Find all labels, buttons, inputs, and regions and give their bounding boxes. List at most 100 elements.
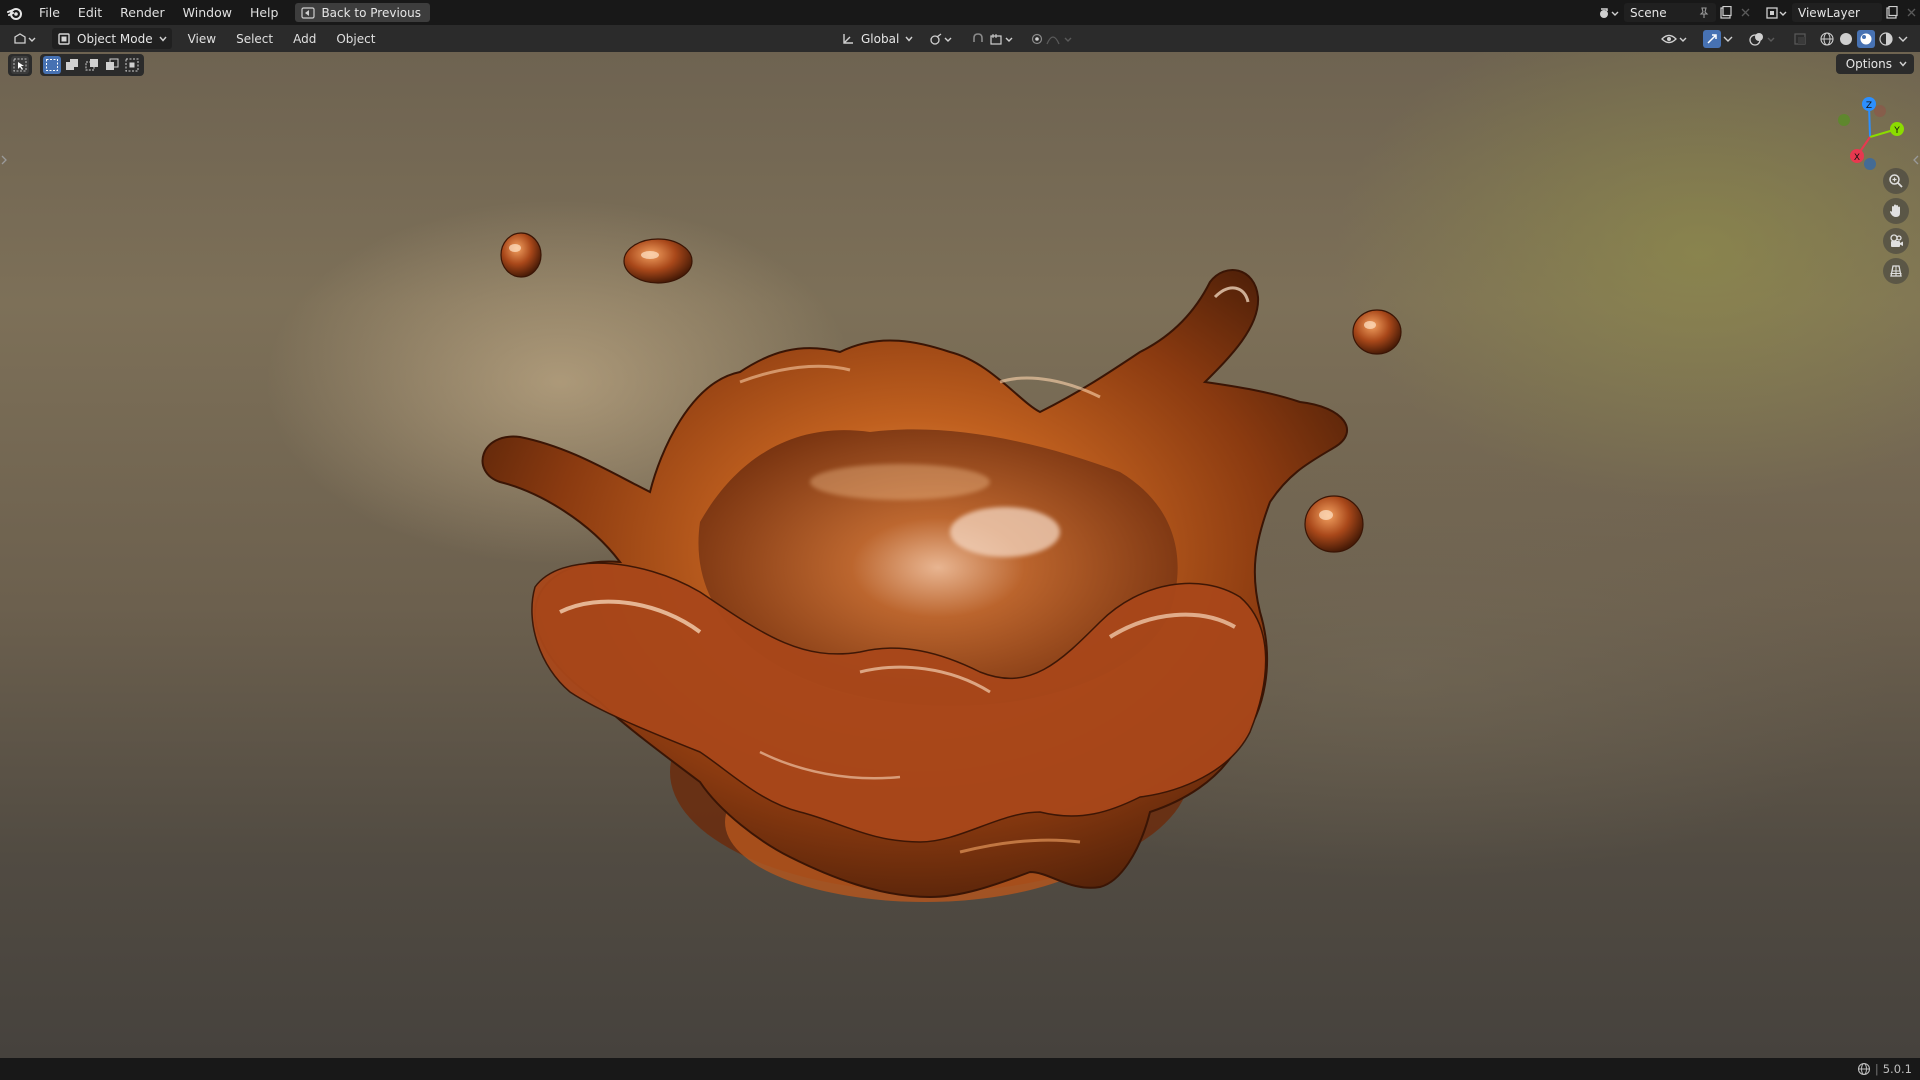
selection-toolbar: [8, 54, 144, 76]
zoom-icon: [1889, 174, 1903, 188]
solid-icon[interactable]: [1838, 31, 1854, 47]
overlay-toggle[interactable]: [1744, 28, 1784, 49]
shading-mode-group: [1816, 28, 1912, 49]
snap-dropdown[interactable]: [966, 28, 1020, 49]
menu-help[interactable]: Help: [241, 0, 288, 25]
status-bar: | 5.0.1: [0, 1058, 1920, 1080]
transform-controls: Global: [836, 28, 1080, 49]
scene-selector-icon[interactable]: [1594, 3, 1624, 22]
shading-controls: [1656, 28, 1912, 49]
grid-icon: [1890, 265, 1902, 277]
view-menu[interactable]: View: [178, 32, 226, 46]
visibility-dropdown[interactable]: [1656, 28, 1694, 49]
viewlayer-selector-icon[interactable]: [1762, 3, 1792, 22]
snap-icon: [973, 32, 1013, 45]
new-icon[interactable]: [1716, 3, 1736, 22]
viewlayer-name: ViewLayer: [1798, 5, 1860, 20]
options-label: Options: [1845, 57, 1892, 71]
chevron-down-icon[interactable]: [1897, 32, 1909, 46]
proportional-edit-dropdown[interactable]: [1026, 28, 1080, 49]
pivot-dropdown[interactable]: [924, 28, 960, 49]
back-icon: [301, 6, 316, 19]
select-invert-button[interactable]: [103, 56, 121, 74]
gizmo-z-label: Z: [1866, 101, 1872, 111]
chevron-down-icon: [1723, 36, 1733, 42]
select-menu[interactable]: Select: [226, 32, 283, 46]
xray-toggle[interactable]: [1788, 28, 1812, 49]
chevron-down-icon: [905, 36, 913, 42]
select-extend-icon: [66, 59, 78, 70]
version-number: 5.0.1: [1882, 1062, 1912, 1076]
visibility-icon: [1661, 34, 1687, 43]
close-icon[interactable]: [1736, 3, 1754, 22]
object-mode-icon: [58, 32, 70, 45]
tool-select-group: [8, 54, 32, 76]
rendered-icon[interactable]: [1878, 31, 1894, 47]
blender-logo-icon[interactable]: [0, 0, 30, 25]
select-intersect-icon: [125, 58, 139, 72]
pivot-icon: [930, 32, 952, 45]
select-tool-button[interactable]: [11, 56, 29, 74]
back-to-previous-button[interactable]: Back to Previous: [295, 3, 430, 22]
camera-view-button[interactable]: [1883, 228, 1909, 254]
scene-name-field[interactable]: Scene: [1624, 3, 1716, 22]
selection-mode-group: [40, 54, 144, 76]
add-menu[interactable]: Add: [283, 32, 326, 46]
select-intersect-button[interactable]: [123, 56, 141, 74]
liquid-splash-object[interactable]: [0, 52, 1920, 1058]
top-right-selectors: Scene ViewLayer: [1594, 0, 1920, 25]
chevron-down-icon: [1899, 61, 1907, 67]
select-new-button[interactable]: [43, 56, 61, 74]
select-new-icon: [46, 59, 58, 71]
camera-icon: [1890, 234, 1903, 247]
hand-icon: [1890, 204, 1900, 217]
version-indicator: | 5.0.1: [1857, 1058, 1912, 1080]
orientation-dropdown[interactable]: Global: [836, 28, 918, 49]
material-icon[interactable]: [1857, 29, 1875, 48]
orientation-label: Global: [861, 31, 900, 46]
droplet-4: [1304, 495, 1364, 553]
orientation-icon: [843, 33, 853, 44]
object-menu[interactable]: Object: [326, 32, 385, 46]
3d-viewport[interactable]: Z Y X Options: [0, 52, 1920, 1058]
mode-label: Object Mode: [77, 31, 153, 46]
gizmo-x-label: X: [1854, 153, 1860, 163]
back-to-previous-label: Back to Previous: [321, 5, 421, 20]
menu-file[interactable]: File: [30, 0, 69, 25]
close-viewlayer-icon[interactable]: [1902, 3, 1920, 22]
menu-edit[interactable]: Edit: [69, 0, 111, 25]
select-invert-icon: [106, 58, 119, 70]
options-dropdown[interactable]: Options: [1835, 54, 1914, 74]
mode-dropdown[interactable]: Object Mode: [52, 28, 172, 49]
chevron-down-icon: [159, 36, 167, 42]
viewlayer-name-field[interactable]: ViewLayer: [1792, 3, 1882, 22]
droplet-1: [500, 232, 542, 278]
menu-render[interactable]: Render: [111, 0, 174, 25]
overlay-icon: [1749, 32, 1775, 46]
ortho-toggle-button[interactable]: [1883, 258, 1909, 284]
toolbar-expand-arrow[interactable]: [0, 152, 8, 168]
proportional-icon: [1032, 33, 1072, 44]
select-subtract-icon: [85, 59, 98, 71]
pan-button[interactable]: [1883, 198, 1909, 224]
editor-type-icon: [14, 32, 36, 44]
gizmo-icon: [1703, 29, 1721, 48]
gizmo-y-label: Y: [1893, 126, 1900, 136]
top-menu-bar: File Edit Render Window Help Back to Pre…: [0, 0, 1920, 25]
viewport-header: Object Mode View Select Add Object Globa…: [0, 25, 1920, 52]
scene-name: Scene: [1630, 5, 1667, 20]
network-icon: [1857, 1062, 1870, 1076]
xray-icon: [1794, 32, 1806, 45]
pin-icon[interactable]: [1698, 6, 1710, 19]
wireframe-icon[interactable]: [1819, 31, 1835, 47]
zoom-button[interactable]: [1883, 168, 1909, 194]
cursor-icon: [13, 58, 27, 72]
droplet-2: [623, 238, 693, 284]
editor-type-dropdown[interactable]: [8, 28, 48, 49]
select-extend-button[interactable]: [63, 56, 81, 74]
select-subtract-button[interactable]: [83, 56, 101, 74]
menu-window[interactable]: Window: [174, 0, 241, 25]
droplet-3: [1352, 309, 1402, 355]
gizmo-toggle[interactable]: [1698, 28, 1740, 49]
new-viewlayer-icon[interactable]: [1882, 3, 1902, 22]
